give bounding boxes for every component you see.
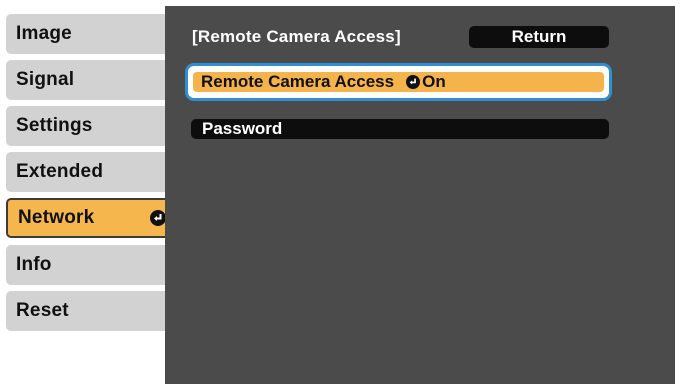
menu-item-label: Extended [16, 161, 104, 182]
menu-item-label: Network [18, 207, 95, 228]
menu-item-info[interactable]: Info [6, 245, 182, 285]
menu-item-label: Image [16, 23, 72, 44]
menu-item-image[interactable]: Image [6, 14, 182, 54]
remote-camera-access-setting[interactable]: Remote Camera Access On [193, 72, 604, 92]
menu-item-label: Reset [16, 300, 69, 321]
setting-label: Remote Camera Access [201, 72, 395, 91]
menu-item-signal[interactable]: Signal [6, 60, 182, 100]
setting-value-text: On [422, 72, 446, 91]
panel-title: [Remote Camera Access] [192, 27, 401, 46]
enter-icon [406, 75, 421, 89]
menu-item-label: Signal [16, 69, 75, 90]
menu-item-label: Info [16, 254, 52, 275]
menu-item-reset[interactable]: Reset [6, 291, 182, 331]
setting-label: Password [202, 119, 283, 138]
menu-item-network[interactable]: Network [6, 198, 178, 238]
menu-item-extended[interactable]: Extended [6, 152, 182, 192]
projector-menu-screen: Image Signal Settings Extended Network I… [0, 0, 682, 385]
menu-item-settings[interactable]: Settings [6, 106, 182, 146]
password-setting[interactable]: Password [191, 119, 609, 139]
menu-item-label: Settings [16, 115, 93, 136]
setting-value: On [406, 72, 446, 92]
enter-icon [150, 210, 166, 226]
focus-highlight: Remote Camera Access On [185, 63, 612, 101]
submenu-panel: [Remote Camera Access] Return Remote Cam… [165, 6, 675, 384]
return-button[interactable]: Return [469, 26, 609, 48]
